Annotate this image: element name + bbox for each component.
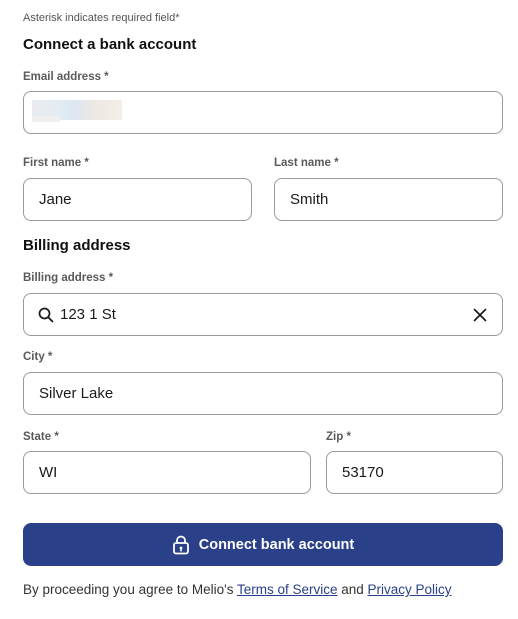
email-label: Email address * bbox=[23, 71, 109, 83]
last-name-value: Smith bbox=[290, 191, 329, 208]
city-value: Silver Lake bbox=[39, 385, 114, 402]
zip-value: 53170 bbox=[342, 464, 384, 481]
state-label: State * bbox=[23, 431, 59, 443]
consent-middle: and bbox=[337, 582, 368, 597]
consent-prefix: By proceeding you agree to Melio's bbox=[23, 582, 237, 597]
first-name-value: Jane bbox=[39, 191, 72, 208]
last-name-label: Last name * bbox=[274, 157, 339, 169]
state-value: WI bbox=[39, 464, 58, 481]
last-name-field[interactable]: Smith bbox=[274, 178, 503, 221]
required-field-hint: Asterisk indicates required field* bbox=[23, 12, 180, 24]
first-name-label: First name * bbox=[23, 157, 89, 169]
city-field[interactable]: Silver Lake bbox=[23, 372, 503, 415]
state-field[interactable]: WI bbox=[23, 451, 311, 494]
close-icon[interactable] bbox=[472, 307, 488, 323]
search-icon bbox=[38, 307, 54, 323]
email-field[interactable] bbox=[23, 91, 503, 134]
privacy-policy-link[interactable]: Privacy Policy bbox=[368, 582, 452, 597]
terms-of-service-link[interactable]: Terms of Service bbox=[237, 582, 338, 597]
connect-bank-account-button[interactable]: Connect bank account bbox=[23, 523, 503, 566]
section-title-connect-bank: Connect a bank account bbox=[23, 36, 197, 53]
zip-field[interactable]: 53170 bbox=[326, 451, 503, 494]
lock-icon bbox=[172, 535, 189, 554]
redacted-email-shadow bbox=[32, 116, 60, 122]
connect-bank-account-label: Connect bank account bbox=[198, 536, 355, 553]
billing-address-label: Billing address * bbox=[23, 272, 114, 284]
billing-address-value: 123 1 St bbox=[60, 306, 116, 323]
section-title-billing: Billing address bbox=[23, 237, 131, 254]
city-label: City * bbox=[23, 351, 53, 363]
billing-address-field[interactable]: 123 1 St bbox=[23, 293, 503, 336]
first-name-field[interactable]: Jane bbox=[23, 178, 252, 221]
consent-text: By proceeding you agree to Melio's Terms… bbox=[23, 582, 452, 597]
zip-label: Zip * bbox=[326, 431, 351, 443]
